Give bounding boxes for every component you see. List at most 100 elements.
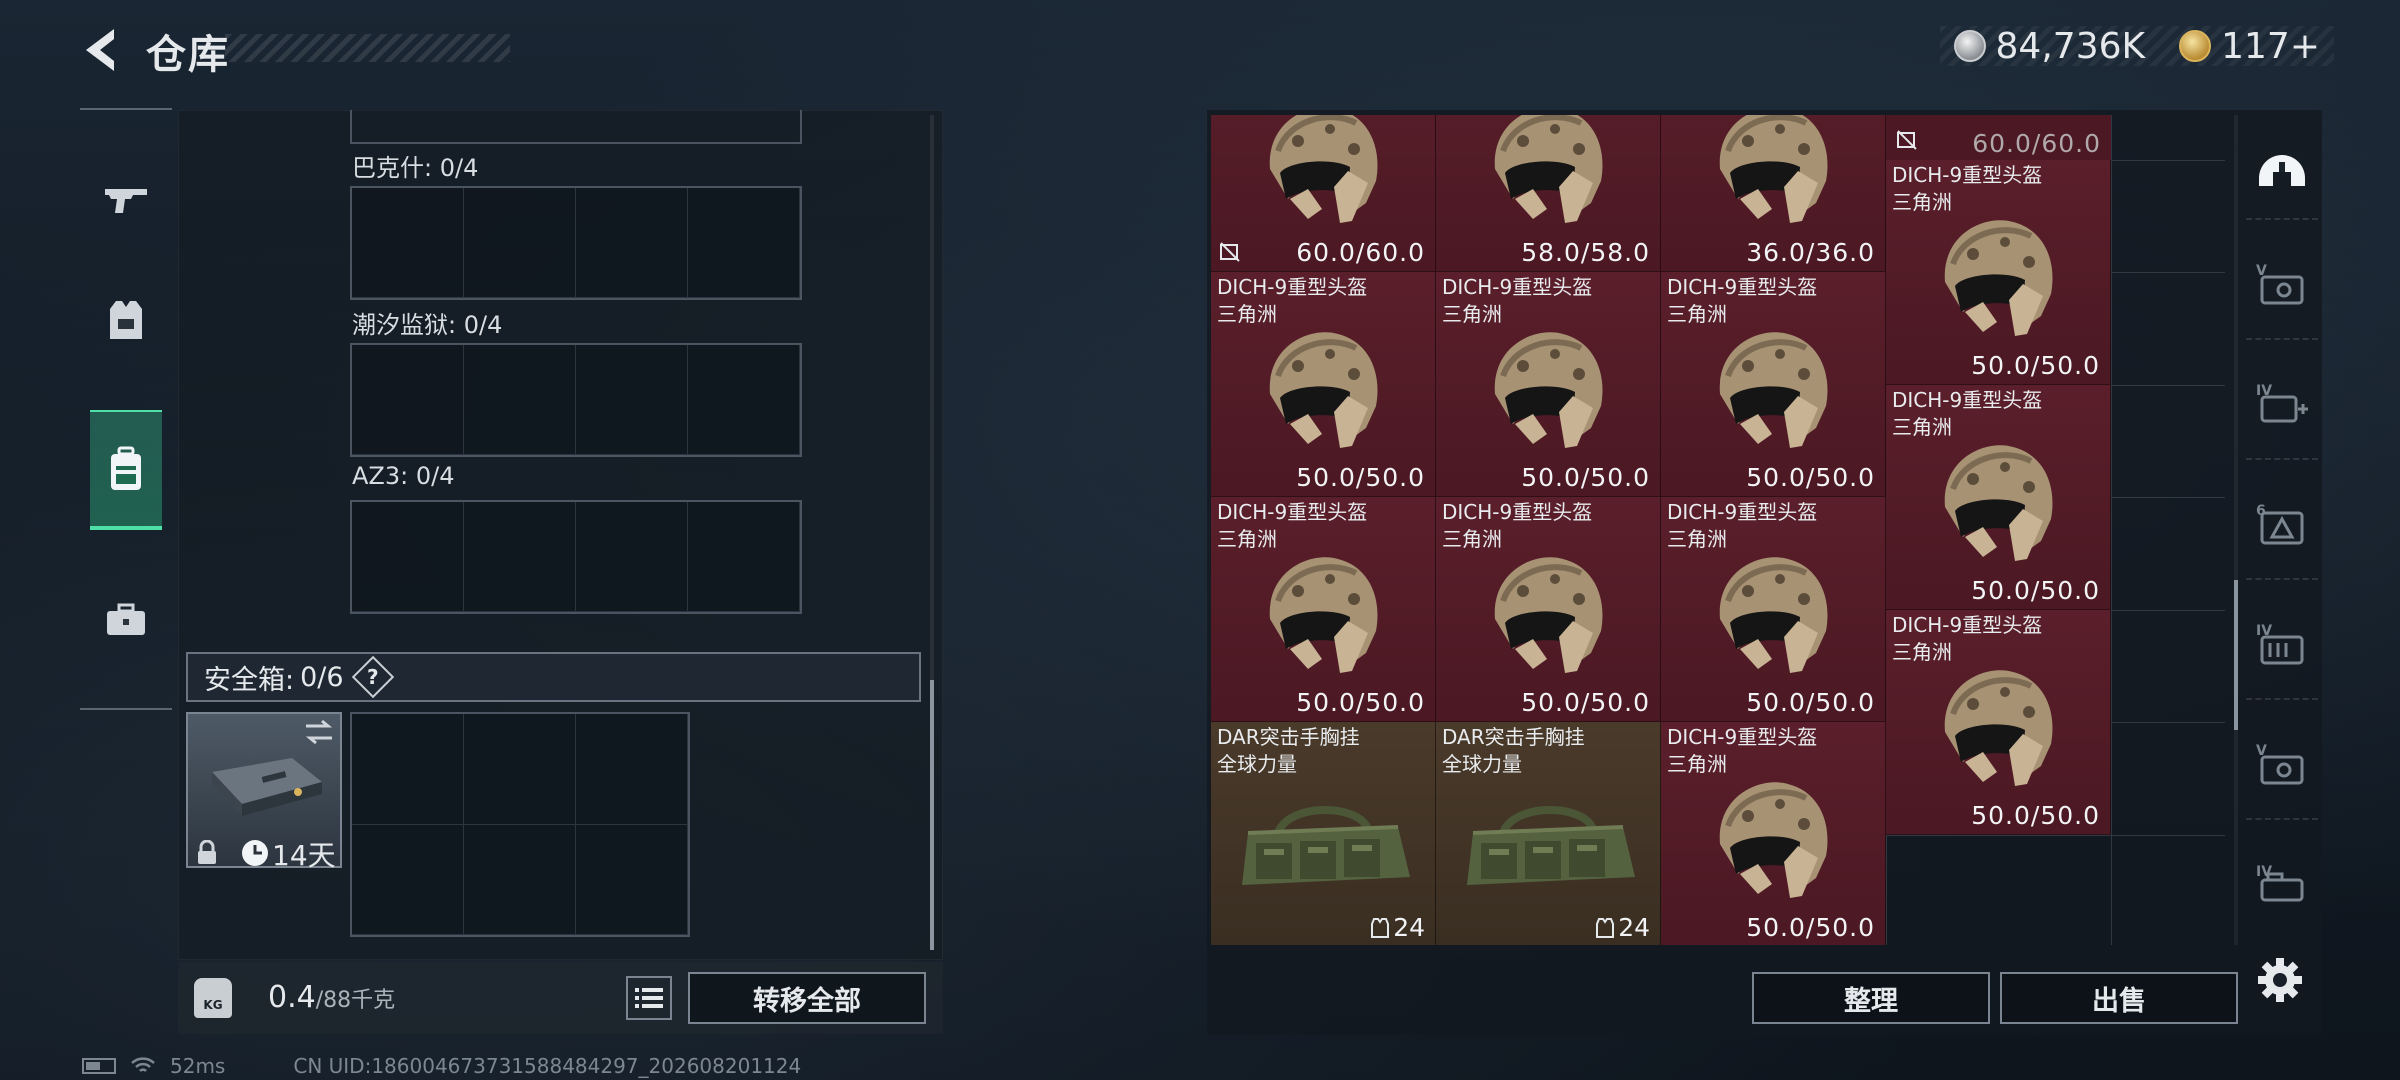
slot[interactable] — [688, 502, 800, 612]
category-medkit[interactable]: IV — [2246, 350, 2318, 460]
storage-scrollbar-thumb[interactable] — [930, 680, 934, 950]
category-item-6[interactable]: 6 — [2246, 470, 2318, 580]
helmet-item[interactable]: DICH-9重型头盔 三角洲 50.0/50.0 — [1661, 272, 1886, 497]
help-button[interactable]: ? — [351, 655, 394, 699]
helmet-image — [1248, 316, 1398, 460]
back-button[interactable] — [70, 20, 130, 80]
helmet-item[interactable]: DICH-9重型头盔 三角洲 50.0/50.0 — [1211, 272, 1436, 497]
safe-box-item[interactable]: 14天 — [186, 712, 342, 872]
storage-grid-partial — [350, 110, 802, 144]
nav-item-weapons[interactable] — [90, 140, 162, 260]
helmet-item[interactable]: DICH-9重型头盔 三角洲 50.0/50.0 — [1886, 159, 2111, 385]
helmet-item[interactable]: DICH-9重型头盔 三角洲 50.0/50.0 — [1211, 497, 1436, 722]
storage-grid-tide-prison[interactable] — [350, 343, 802, 457]
item-durability: 50.0/50.0 — [1971, 350, 2100, 380]
nav-item-backpack[interactable] — [90, 410, 162, 530]
grid-line — [2111, 115, 2112, 945]
sort-button[interactable]: 整理 — [1752, 972, 1990, 1024]
slot[interactable] — [464, 714, 576, 825]
item-quantity-value: 24 — [1393, 913, 1425, 942]
helmet-item[interactable]: DICH-9重型头盔 三角洲 50.0/50.0 — [1436, 272, 1661, 497]
helmet-item[interactable]: 36.0/36.0 — [1661, 115, 1886, 272]
list-view-button[interactable] — [626, 976, 672, 1020]
item-durability: 36.0/36.0 — [1746, 238, 1875, 267]
helmet-item[interactable]: DICH-9重型头盔 三角洲 50.0/50.0 — [1886, 609, 2111, 835]
item-region: 全球力量 — [1442, 752, 1522, 776]
warehouse-scrollbar[interactable] — [2234, 115, 2238, 945]
partial-helmet-item[interactable]: 60.0/60.0 — [1886, 115, 2111, 160]
weight-max: /88千克 — [315, 988, 396, 1013]
settings-button[interactable] — [2252, 952, 2308, 1008]
helmet-item[interactable]: DICH-9重型头盔 三角洲 50.0/50.0 — [1661, 497, 1886, 722]
slot[interactable] — [464, 188, 576, 298]
page-title: 仓库 — [146, 32, 230, 78]
sell-button[interactable]: 出售 — [2000, 972, 2238, 1024]
item-name: DICH-9重型头盔 — [1667, 500, 1818, 524]
warehouse-scrollbar-thumb[interactable] — [2234, 580, 2238, 730]
item-region: 三角洲 — [1217, 302, 1277, 326]
slot[interactable] — [576, 502, 688, 612]
slot[interactable] — [576, 188, 688, 298]
item-region: 三角洲 — [1667, 527, 1727, 551]
safe-box-image — [212, 758, 322, 816]
transfer-all-button[interactable]: 转移全部 — [688, 972, 926, 1024]
slot[interactable] — [352, 188, 464, 298]
item-durability: 50.0/50.0 — [1746, 688, 1875, 717]
chest-rig-item[interactable]: DAR突击手胸挂 全球力量 24 — [1211, 722, 1436, 945]
helmet-item[interactable]: 60.0/60.0 — [1211, 115, 1436, 272]
item-name: DICH-9重型头盔 — [1892, 612, 2043, 637]
item-name: DAR突击手胸挂 — [1442, 725, 1585, 749]
item-durability: 50.0/50.0 — [1521, 688, 1650, 717]
left-nav — [80, 108, 172, 713]
nav-divider — [80, 708, 172, 710]
category-helmet[interactable] — [2246, 110, 2318, 220]
armor-v2-icon: V — [2256, 743, 2304, 785]
helmet-item[interactable]: DICH-9重型头盔 三角洲 50.0/50.0 — [1886, 384, 2111, 610]
battery-icon — [82, 1058, 116, 1074]
safe-box-label: 安全箱: — [204, 664, 295, 696]
slot[interactable] — [688, 345, 800, 455]
gold-coin-icon[interactable] — [2179, 30, 2212, 62]
storage-grid-az3[interactable] — [350, 500, 802, 614]
category-armor-v[interactable]: V — [2246, 230, 2318, 340]
item-region: 三角洲 — [1892, 639, 1952, 664]
nav-item-armor[interactable] — [90, 260, 162, 380]
safe-box-count: 0/6 — [300, 661, 344, 693]
nav-item-case[interactable] — [90, 560, 162, 680]
briefcase-icon — [107, 603, 145, 635]
slot[interactable] — [352, 345, 464, 455]
slot[interactable] — [464, 824, 576, 935]
gold-amount[interactable]: 117+ — [2221, 26, 2320, 67]
helmet-item[interactable]: DICH-9重型头盔 三角洲 50.0/50.0 — [1661, 722, 1886, 945]
slot[interactable] — [576, 824, 688, 935]
backpack-icon — [111, 446, 141, 490]
helmet-item[interactable]: 58.0/58.0 — [1436, 115, 1661, 272]
category-ammo[interactable]: IV — [2246, 590, 2318, 700]
item-name: DICH-9重型头盔 — [1442, 500, 1593, 524]
chest-rig-item[interactable]: DAR突击手胸挂 全球力量 24 — [1436, 722, 1661, 945]
category-gear[interactable]: IV — [2246, 830, 2318, 940]
slot[interactable] — [352, 714, 464, 825]
slot[interactable] — [576, 345, 688, 455]
helmet-image — [1698, 541, 1848, 685]
slot[interactable] — [688, 188, 800, 298]
category-armor-v2[interactable]: V — [2246, 710, 2318, 820]
slot[interactable] — [464, 502, 576, 612]
storage-grid-bakesh[interactable] — [350, 186, 802, 300]
clock-icon — [242, 840, 268, 866]
helmet-image — [1923, 429, 2073, 573]
title-stripe — [225, 34, 510, 62]
item-quantity: 24 — [1371, 913, 1425, 942]
safe-box-grid[interactable] — [350, 712, 690, 937]
slot[interactable] — [464, 345, 576, 455]
item-durability: 60.0/60.0 — [1972, 128, 2101, 158]
slot[interactable] — [352, 502, 464, 612]
vest-small-icon — [1371, 917, 1390, 938]
warehouse-grid[interactable]: 60.0/60.0 58.0/58.0 36.0/36.0 DICH-9重型头盔… — [1211, 115, 2225, 945]
helmet-image — [1473, 316, 1623, 460]
chest-rig-image — [1228, 793, 1418, 907]
slot[interactable] — [352, 824, 464, 935]
slot[interactable] — [576, 714, 688, 825]
category-bar: V IV 6 IV V IV — [2246, 110, 2318, 940]
helmet-item[interactable]: DICH-9重型头盔 三角洲 50.0/50.0 — [1436, 497, 1661, 722]
